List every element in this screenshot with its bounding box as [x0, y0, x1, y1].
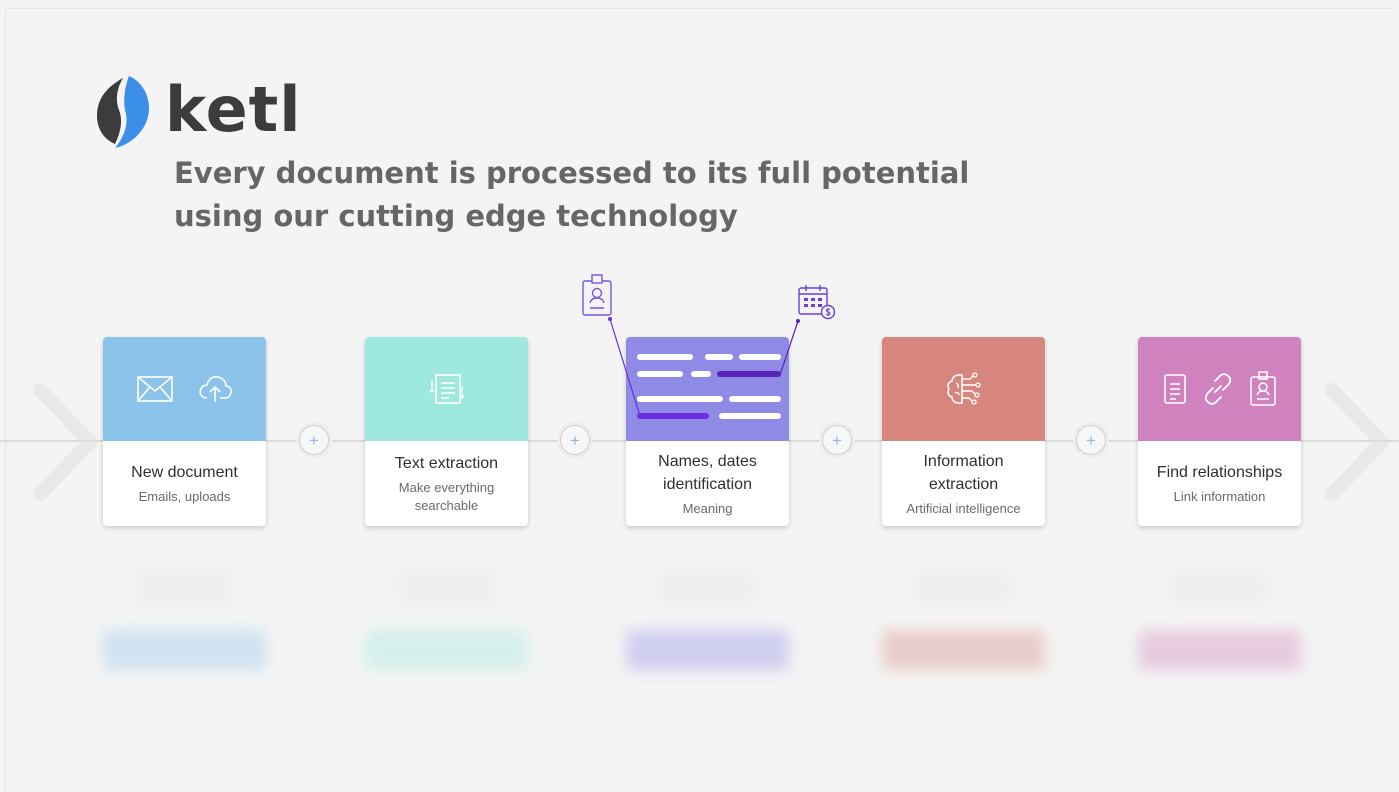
calendar-money-icon — [798, 285, 836, 320]
headline-line-2: using our cutting edge technology — [174, 199, 738, 233]
envelope-icon — [136, 376, 173, 402]
document-icon — [1163, 374, 1186, 404]
plus-icon[interactable]: + — [560, 425, 590, 455]
step-card-find-relationships[interactable]: Find relationships Link information — [1138, 337, 1301, 526]
card-header — [1138, 337, 1301, 441]
card-header — [365, 337, 528, 441]
arrow-right-icon — [1325, 383, 1389, 501]
step-card-names-dates[interactable]: Names, dates identification Meaning — [626, 337, 789, 526]
cloud-upload-icon — [198, 376, 232, 402]
card-title: Text extraction — [394, 455, 499, 472]
step-card-new-document[interactable]: New document Emails, uploads — [103, 337, 266, 526]
ai-brain-icon — [946, 372, 981, 405]
card-title: New document — [131, 464, 238, 481]
id-badge-icon — [1249, 371, 1276, 406]
card-subtitle: Make everything searchable — [398, 480, 495, 513]
card-subtitle: Meaning — [682, 500, 733, 516]
plus-icon[interactable]: + — [299, 425, 329, 455]
reflection — [103, 550, 266, 710]
id-badge-icon — [582, 274, 612, 316]
card-header — [626, 337, 789, 441]
card-subtitle: Link information — [1173, 489, 1266, 504]
step-card-text-extraction[interactable]: Text extraction Make everything searchab… — [365, 337, 528, 526]
card-subtitle: Emails, uploads — [138, 489, 231, 504]
headline-line-1: Every document is processed to its full … — [174, 156, 970, 190]
reflection — [882, 550, 1045, 710]
logo-mark-icon — [97, 76, 149, 148]
card-header — [103, 337, 266, 441]
card-header — [882, 337, 1045, 441]
plus-icon[interactable]: + — [1076, 425, 1106, 455]
plus-icon[interactable]: + — [822, 425, 852, 455]
step-card-information-extraction[interactable]: Information extraction Artificial intell… — [882, 337, 1045, 526]
highlighted-lines-icon — [637, 354, 781, 419]
link-icon — [1204, 373, 1231, 405]
reflection — [365, 550, 528, 710]
arrow-right-icon — [33, 383, 97, 501]
reflection — [1138, 550, 1301, 710]
headline: Every document is processed to its full … — [174, 152, 1074, 238]
card-title: Names, dates identification — [658, 452, 757, 493]
brand-logo: ketl — [95, 70, 302, 150]
card-title: Information extraction — [923, 452, 1004, 493]
reflection — [626, 550, 789, 710]
brand-name: ketl — [165, 73, 302, 146]
card-subtitle: Artificial intelligence — [906, 500, 1021, 516]
card-title: Find relationships — [1156, 464, 1283, 481]
text-extract-icon — [429, 374, 464, 404]
